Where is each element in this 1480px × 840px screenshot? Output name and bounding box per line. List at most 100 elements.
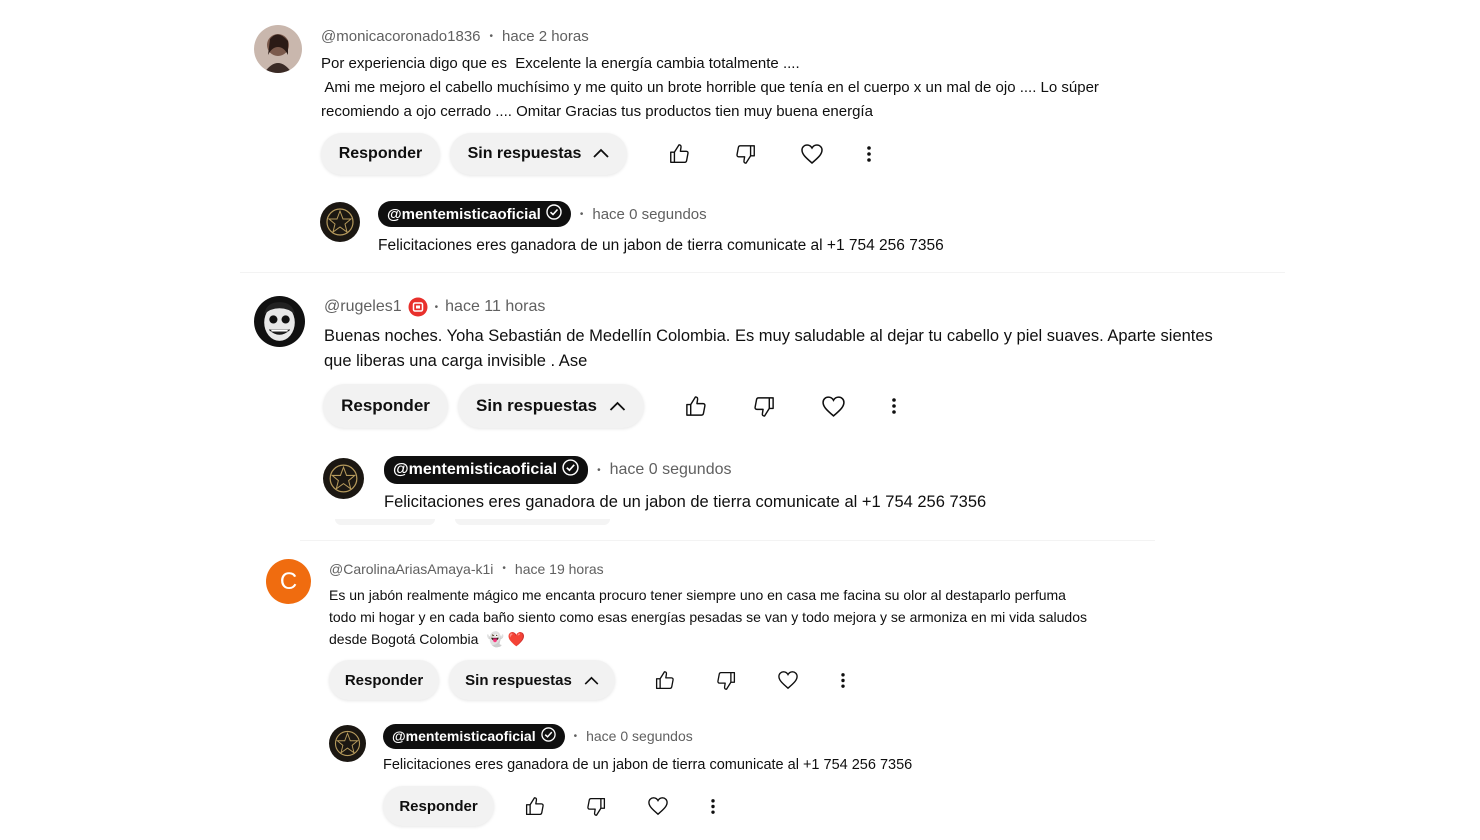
reply-author: @mentemisticaoficial [393, 461, 558, 478]
reply-text: Felicitaciones eres ganadora de un jabon… [383, 756, 912, 775]
more-vert-icon [866, 145, 872, 163]
creator-handle-badge[interactable]: @mentemisticaoficial [383, 723, 565, 749]
reply-button-label: Responder [399, 797, 478, 815]
reply-time[interactable]: hace 0 segundos [586, 728, 693, 744]
more-options-button[interactable] [829, 660, 857, 700]
comment-text: Buenas noches. Yoha Sebastián de Medellí… [324, 324, 1213, 374]
separator-dot: • [573, 730, 578, 742]
chevron-up-icon [609, 396, 626, 416]
ghost-button-edge [455, 519, 610, 525]
reply-button[interactable]: Responder [383, 786, 494, 826]
like-icon [654, 670, 675, 691]
comment-actions: Responder Sin respuestas [323, 384, 909, 428]
heart-button[interactable] [639, 786, 677, 826]
separator-dot: • [434, 301, 439, 313]
comment-time[interactable]: hace 2 horas [502, 28, 589, 45]
reply-meta: @mentemisticaoficial • hace 0 segundos [383, 723, 693, 749]
separator-dot: • [502, 563, 506, 574]
avatar-mentemistica[interactable] [320, 202, 360, 242]
heart-button[interactable] [792, 133, 832, 175]
dislike-button[interactable] [726, 133, 766, 175]
reply-text: Felicitaciones eres ganadora de un jabon… [378, 236, 944, 256]
replies-toggle-button[interactable]: Sin respuestas [450, 133, 627, 175]
comment-line: Buenas noches. Yoha Sebastián de Medellí… [324, 327, 1213, 345]
creator-handle-badge[interactable]: @mentemisticaoficial [378, 201, 571, 227]
comment-line: Es un jabón realmente mágico me encanta … [329, 587, 1066, 603]
like-icon [524, 796, 545, 817]
more-vert-icon [840, 672, 846, 689]
comment-text: Por experiencia digo que es Excelente la… [321, 52, 1099, 124]
reply-button-label: Responder [344, 671, 424, 689]
avatar-rugeles[interactable] [254, 296, 305, 347]
comment-author[interactable]: @CarolinaAriasAmaya-k1i [329, 561, 493, 577]
comment-line: recomiendo a ojo cerrado .... Omitar Gra… [321, 103, 873, 120]
comment-text: Es un jabón realmente mágico me encanta … [329, 584, 1087, 650]
more-options-button[interactable] [879, 384, 909, 428]
comment-meta: @rugeles1 • hace 11 horas [324, 296, 545, 318]
dislike-icon [753, 395, 776, 418]
reply-line: Felicitaciones eres ganadora de un jabon… [383, 757, 913, 773]
dislike-icon [735, 143, 757, 165]
reply-author: @mentemisticaoficial [392, 728, 536, 744]
avatar-mentemistica[interactable] [329, 725, 366, 762]
comment-author[interactable]: @monicacoronado1836 [321, 28, 481, 45]
verified-check-icon [562, 459, 579, 481]
like-button[interactable] [659, 133, 699, 175]
dislike-button[interactable] [577, 786, 615, 826]
heart-button[interactable] [769, 660, 807, 700]
reply-button[interactable]: Responder [321, 133, 440, 175]
dislike-button[interactable] [707, 660, 745, 700]
comment-actions: Responder Sin respuestas [329, 660, 857, 700]
replies-toggle-button[interactable]: Sin respuestas [449, 660, 615, 700]
reply-time[interactable]: hace 0 segundos [610, 461, 732, 479]
like-button[interactable] [674, 384, 716, 428]
replies-toggle-label: Sin respuestas [467, 145, 582, 162]
like-button[interactable] [645, 660, 683, 700]
reply-time[interactable]: hace 0 segundos [592, 206, 706, 223]
heart-button[interactable] [812, 384, 854, 428]
comment-line: que liberas una carga invisible . Ase [324, 352, 588, 370]
reply-line: Felicitaciones eres ganadora de un jabon… [384, 493, 987, 511]
heart-icon [800, 143, 824, 165]
creator-handle-badge[interactable]: @mentemisticaoficial [384, 456, 589, 484]
badge-icon [408, 297, 428, 317]
dislike-icon [586, 796, 607, 817]
replies-toggle-label: Sin respuestas [476, 396, 597, 415]
emoji-text: 👻 ❤️ [486, 631, 526, 647]
avatar-mentemistica[interactable] [323, 458, 364, 499]
comment-line: Ami me mejoro el cabello muchísimo y me … [321, 79, 1099, 96]
avatar-letter: C [279, 567, 298, 595]
more-vert-icon [710, 798, 716, 815]
replies-toggle-button[interactable]: Sin respuestas [458, 384, 644, 428]
avatar-monica[interactable] [254, 25, 302, 73]
heart-icon [647, 796, 669, 816]
reply-meta: @mentemisticaoficial • hace 0 segundos [378, 200, 707, 228]
thread-divider [240, 272, 1285, 273]
avatar-carolina[interactable]: C [266, 559, 311, 604]
chevron-up-icon [593, 145, 610, 163]
more-options-button[interactable] [854, 133, 884, 175]
reply-author: @mentemisticaoficial [387, 205, 541, 223]
reply-line: Felicitaciones eres ganadora de un jabon… [378, 237, 944, 254]
separator-dot: • [597, 464, 601, 476]
more-vert-icon [891, 397, 897, 415]
separator-dot: • [489, 30, 494, 42]
reply-button[interactable]: Responder [323, 384, 448, 428]
reply-text: Felicitaciones eres ganadora de un jabon… [384, 492, 986, 513]
thread-divider [300, 540, 1155, 541]
comment-time[interactable]: hace 11 horas [445, 298, 545, 316]
reply-button[interactable]: Responder [329, 660, 439, 700]
comment-author[interactable]: @rugeles1 [324, 298, 402, 316]
comment-line: Por experiencia digo que es Excelente la… [321, 55, 800, 72]
verified-check-icon [540, 727, 556, 745]
like-button[interactable] [515, 786, 553, 826]
dislike-button[interactable] [743, 384, 785, 428]
heart-icon [777, 670, 799, 690]
reply-meta: @mentemisticaoficial • hace 0 segundos [384, 455, 732, 485]
comment-time[interactable]: hace 19 horas [515, 561, 604, 577]
reply-button-label: Responder [341, 396, 430, 415]
comment-line: todo mi hogar y en cada baño siento como… [329, 609, 1087, 625]
more-options-button[interactable] [699, 786, 727, 826]
comment-line: desde Bogotá Colombia 👻 ❤️ [329, 631, 526, 647]
comment-meta: @CarolinaAriasAmaya-k1i • hace 19 horas [329, 559, 604, 578]
